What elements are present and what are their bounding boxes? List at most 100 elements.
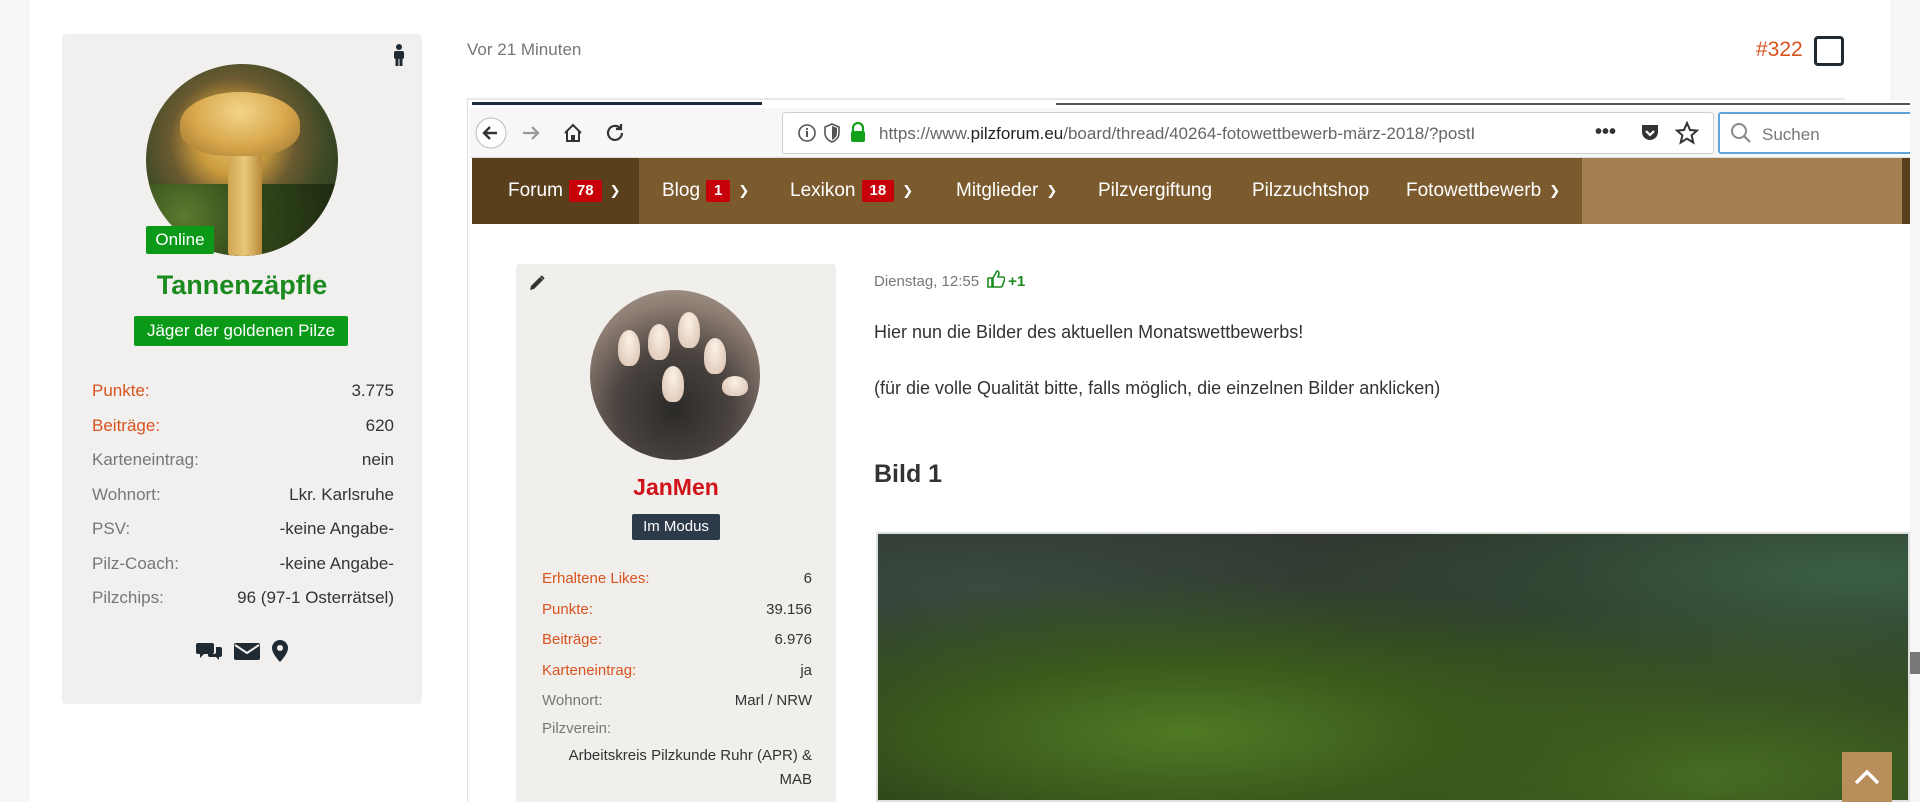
map-marker-icon[interactable] — [272, 640, 288, 662]
stat-key: Beiträge: — [542, 631, 603, 648]
stat-key: PSV: — [92, 519, 131, 538]
chevron-up-icon — [1854, 769, 1880, 785]
like-count: +1 — [1008, 272, 1026, 290]
embedded-post-time: Dienstag, 12:55 +1 — [874, 270, 1025, 292]
stat-value: 3.775 — [351, 381, 394, 400]
stat-row: PSV: -keine Angabe- — [92, 512, 394, 547]
nav-label: Blog — [662, 180, 701, 201]
stat-row: Beiträge: 620 — [92, 409, 394, 444]
embedded-paragraph: Hier nun die Bilder des aktuellen Monats… — [874, 322, 1304, 342]
stat-row: Punkte: 3.775 — [92, 374, 394, 409]
post-number[interactable]: #322 — [1756, 38, 1803, 62]
stat-value: Marl / NRW — [734, 692, 812, 709]
chevron-down-icon: ❯ — [902, 183, 914, 198]
author-username[interactable]: Tannenzäpfle — [62, 270, 422, 301]
pencil-icon — [528, 274, 546, 297]
embedded-time-text: Dienstag, 12:55 — [874, 272, 980, 290]
verein-value: Arbeitskreis Pilzkunde Ruhr (APR) & MAB — [568, 747, 812, 788]
nav-label: Forum — [508, 180, 563, 201]
post-time[interactable]: Vor 21 Minuten — [467, 40, 581, 60]
contact-icons — [62, 640, 422, 662]
stat-value: 6 — [803, 570, 812, 587]
info-icon — [797, 123, 817, 148]
author-stats: Punkte: 3.775 Beiträge: 620 Karteneintrag:… — [92, 374, 394, 616]
online-badge: Online — [146, 226, 214, 254]
stat-value: ja — [800, 661, 812, 679]
stat-row: Pilzchips: 96 (97-1 Osterrätsel) — [92, 581, 394, 616]
stat-key: Karteneintrag: — [542, 661, 637, 679]
thumbs-up-icon — [987, 270, 1006, 292]
stat-value: -keine Angabe- — [279, 519, 394, 538]
stat-row: Wohnort: Lkr. Karlsruhe — [92, 478, 394, 513]
browser-tabstrip — [470, 100, 1910, 108]
stat-value: nein — [361, 450, 394, 469]
chevron-down-icon: ❯ — [1046, 183, 1058, 198]
nav-mitglieder: Mitglieder ❯ — [956, 158, 1057, 224]
stat-key: Punkte: — [542, 600, 593, 618]
embedded-paragraph: (für die volle Qualität bitte, falls mög… — [874, 378, 1441, 398]
embedded-avatar — [590, 290, 760, 460]
chevron-down-icon: ❯ — [609, 183, 621, 198]
shield-icon — [823, 123, 841, 148]
back-icon — [474, 116, 508, 150]
browser-search-box: Suchen — [1718, 112, 1910, 154]
nav-label: Pilzvergiftung — [1098, 180, 1213, 201]
nav-badge: 78 — [568, 180, 602, 202]
author-sidebar: Online Tannenzäpfle Jäger der goldenen P… — [62, 34, 422, 704]
stat-row: Karteneintrag: ja — [542, 656, 812, 687]
stat-value: -keine Angabe- — [279, 553, 394, 573]
forward-icon — [514, 116, 548, 150]
stat-key[interactable]: Beiträge: — [92, 409, 160, 444]
search-icon — [1730, 122, 1752, 149]
back-to-top-button[interactable] — [1842, 752, 1892, 802]
nav-label: Pilzzuchtshop — [1252, 180, 1370, 201]
nav-lexikon: Lexikon 18 ❯ — [790, 158, 913, 224]
stat-row: Punkte: 39.156 — [542, 595, 812, 626]
rank-badge: Jäger der goldenen Pilze — [134, 316, 348, 346]
like-counter: +1 — [987, 270, 1025, 292]
embedded-author-sidebar: JanMen Im Modus Erhaltene Likes: 6 Punkte… — [516, 264, 836, 802]
lock-icon — [849, 121, 867, 149]
stat-key: Erhaltene Likes: — [542, 570, 650, 587]
tab-indicator — [1056, 103, 1910, 105]
star-icon — [1674, 120, 1700, 150]
nav-fotowettbewerb: Fotowettbewerb ❯ — [1406, 158, 1560, 224]
pocket-icon — [1639, 122, 1661, 149]
nav-label: Fotowettbewerb — [1406, 180, 1542, 201]
stat-key: Wohnort: — [92, 484, 161, 504]
envelope-icon[interactable] — [234, 640, 260, 662]
nav-blog: Blog 1 ❯ — [662, 158, 749, 224]
stat-value: 6.976 — [774, 631, 812, 648]
embedded-username: JanMen — [633, 474, 719, 500]
post-select-checkbox[interactable] — [1814, 36, 1844, 66]
url-text: https://www.pilzforum.eu/board/thread/40… — [879, 124, 1476, 143]
page-margin-left — [0, 0, 30, 802]
forum-navigation: Forum 78 ❯ Blog 1 ❯ Lexikon 18 ❯ Mitglieder ❯ P… — [472, 158, 1910, 224]
scrollbar-thumb[interactable] — [1910, 652, 1920, 674]
chat-icon[interactable] — [196, 640, 222, 662]
more-icon: ••• — [1595, 121, 1617, 143]
stat-row: Pilz-Coach: -keine Angabe- — [92, 547, 394, 582]
active-tab-indicator — [472, 102, 762, 105]
male-user-icon — [392, 44, 406, 66]
stat-value: 39.156 — [766, 600, 812, 618]
post-border — [467, 100, 468, 802]
nav-pilzvergiftung: Pilzvergiftung — [1098, 158, 1212, 224]
stat-key: Karteneintrag: — [92, 450, 199, 469]
nav-badge: 18 — [861, 180, 895, 202]
chevron-down-icon: ❯ — [1549, 183, 1561, 198]
embedded-role-badge: Im Modus — [632, 514, 720, 540]
verein-label: Pilzverein: — [542, 720, 612, 737]
stat-row: Karteneintrag: nein — [92, 443, 394, 478]
stat-key: Pilz-Coach: — [92, 553, 179, 573]
browser-toolbar: https://www.pilzforum.eu/board/thread/40… — [470, 108, 1910, 158]
embedded-screenshot[interactable]: https://www.pilzforum.eu/board/thread/40… — [470, 100, 1910, 802]
stat-key[interactable]: Punkte: — [92, 374, 150, 409]
nav-label: Lexikon — [790, 180, 856, 201]
reload-icon — [598, 116, 632, 150]
stat-row: Wohnort: Marl / NRW — [542, 686, 812, 717]
nav-badge: 1 — [706, 180, 731, 202]
home-icon — [556, 116, 590, 150]
chevron-down-icon: ❯ — [738, 183, 750, 198]
stat-value: Lkr. Karlsruhe — [289, 484, 394, 504]
